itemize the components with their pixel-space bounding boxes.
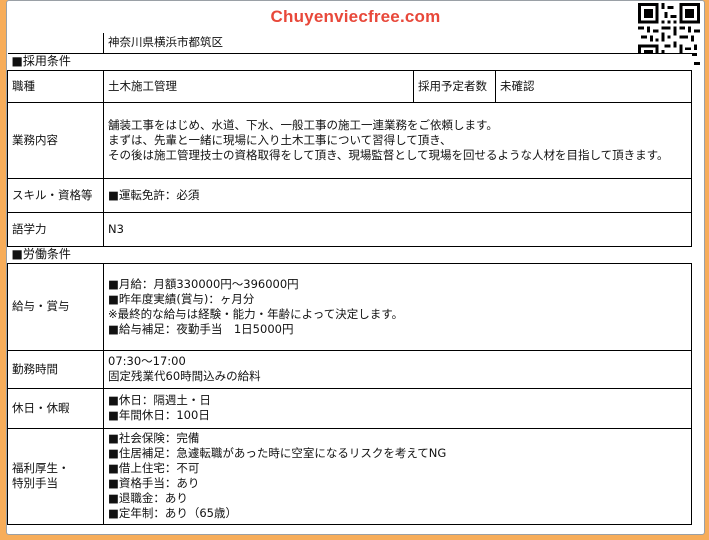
location-row: 神奈川県横浜市都筑区 <box>7 33 692 54</box>
section-labor-row: ■労働条件 <box>7 246 692 264</box>
header: Chuyenviecfree.com <box>7 1 704 65</box>
welfare-row: 福利厚生・ 特別手当 ■社会保険：完備 ■住居補足：急遽転職があった時に空室にな… <box>7 427 693 525</box>
duties-row: 業務内容 舗装工事をはじめ、水道、下水、一般工事の施工一連業務をご依頼します。 … <box>7 101 693 179</box>
job-type-row: 職種 土木施工管理 採用予定者数 未確認 <box>7 69 693 103</box>
headcount-value: 未確認 <box>494 69 693 103</box>
location-spacer <box>7 33 104 54</box>
hours-label: 勤務時間 <box>7 349 104 389</box>
skills-row: スキル・資格等 ■運転免許：必須 <box>7 177 693 213</box>
document-frame: Chuyenviecfree.com 神奈川県横浜市都筑区 ■採用条件 職種 土… <box>6 0 705 535</box>
welfare-value: ■社会保険：完備 ■住居補足：急遽転職があった時に空室になるリスクを考えてNG … <box>102 427 693 525</box>
skills-label: スキル・資格等 <box>7 177 104 213</box>
hours-row: 勤務時間 07:30～17:00 固定残業代60時間込みの給料 <box>7 349 693 389</box>
duties-label: 業務内容 <box>7 101 104 179</box>
job-type-label: 職種 <box>7 69 104 103</box>
job-type-value: 土木施工管理 <box>103 69 414 103</box>
brand-watermark: Chuyenviecfree.com <box>270 7 441 26</box>
job-table: 神奈川県横浜市都筑区 ■採用条件 職種 土木施工管理 採用予定者数 未確認 業務… <box>7 33 693 525</box>
salary-label: 給与・賞与 <box>7 262 104 351</box>
duties-value: 舗装工事をはじめ、水道、下水、一般工事の施工一連業務をご依頼します。 まずは、先… <box>102 101 693 179</box>
holidays-value: ■休日：隔週土・日 ■年間休日：100日 <box>102 387 693 429</box>
location-value: 神奈川県横浜市都筑区 <box>102 33 692 54</box>
salary-row: 給与・賞与 ■月給：月額330000円～396000円 ■昨年度実績(賞与)：ヶ… <box>7 262 693 351</box>
holidays-label: 休日・休暇 <box>7 387 104 429</box>
section-title-hiring: ■採用条件 <box>7 53 692 71</box>
language-label: 語学力 <box>7 211 104 247</box>
salary-value: ■月給：月額330000円～396000円 ■昨年度実績(賞与)：ヶ月分 ※最終… <box>102 262 693 351</box>
job-sheet: 神奈川県横浜市都筑区 ■採用条件 職種 土木施工管理 採用予定者数 未確認 業務… <box>7 33 704 525</box>
language-row: 語学力 N3 <box>7 211 693 247</box>
section-hiring-row: ■採用条件 <box>7 53 692 71</box>
language-value: N3 <box>102 211 693 247</box>
skills-value: ■運転免許：必須 <box>102 177 693 213</box>
section-title-labor: ■労働条件 <box>7 246 692 264</box>
holidays-row: 休日・休暇 ■休日：隔週土・日 ■年間休日：100日 <box>7 387 693 429</box>
headcount-label: 採用予定者数 <box>413 69 496 103</box>
hours-value: 07:30～17:00 固定残業代60時間込みの給料 <box>102 349 693 389</box>
welfare-label: 福利厚生・ 特別手当 <box>7 427 104 525</box>
